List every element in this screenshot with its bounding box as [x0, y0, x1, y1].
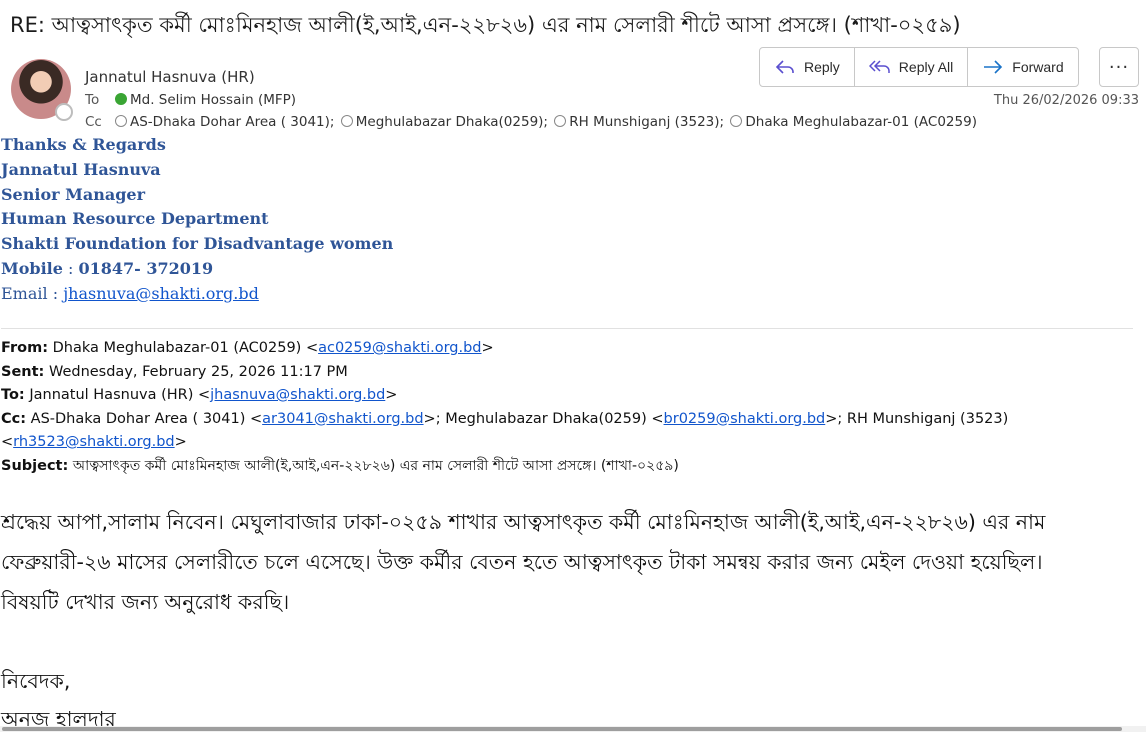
quoted-subject: Subject: আত্বসাৎকৃত কর্মী মোঃমিনহাজ আলী(… — [1, 455, 1141, 479]
quoted-cc1-email-link[interactable]: ar3041@shakti.org.bd — [262, 411, 423, 427]
offline-status-icon — [730, 115, 743, 127]
signer-name: অনজ হালদার — [1, 707, 116, 731]
quoted-sent-date: Wednesday, February 25, 2026 11:17 PM — [48, 363, 348, 380]
quoted-cc2-email-link[interactable]: br0259@shakti.org.bd — [664, 411, 826, 427]
quoted-to-label: To: — [1, 387, 25, 403]
signature-department: Human Resource Department — [1, 209, 269, 229]
quoted-subject-label: Subject: — [1, 457, 69, 474]
horizontal-scrollbar[interactable] — [0, 726, 1146, 732]
to-recipient[interactable]: Md. Selim Hossain (MFP) — [130, 92, 296, 108]
more-actions-button[interactable]: ··· — [1099, 47, 1139, 87]
mobile-number: 01847- 372019 — [78, 258, 214, 278]
signature-mobile: Mobile : 01847- 372019 — [1, 258, 214, 278]
closing-text: নিবেদক, — [1, 669, 71, 693]
reply-all-label: Reply All — [898, 59, 954, 75]
signature-email: Email : jhasnuva@shakti.org.bd — [1, 283, 259, 303]
signature-email-link[interactable]: jhasnuva@shakti.org.bd — [63, 284, 259, 303]
offline-status-icon — [115, 115, 127, 127]
body-line: শ্রদ্ধেয় আপা,সালাম নিবেন। মেঘুলাবাজার ঢ… — [1, 510, 1046, 534]
quoted-sent: Sent: Wednesday, February 25, 2026 11:17… — [1, 361, 1141, 385]
reply-button[interactable]: Reply — [760, 48, 855, 86]
quoted-from-name: Dhaka Meghulabazar-01 (AC0259) < — [52, 340, 319, 356]
online-status-icon — [115, 93, 127, 105]
cc-recipient[interactable]: RH Munshiganj (3523); — [569, 114, 724, 130]
to-label: To — [85, 92, 100, 108]
quoted-cc2-name: >; Meghulabazar Dhaka(0259) < — [423, 410, 664, 427]
cc-recipient[interactable]: Meghulabazar Dhaka(0259); — [356, 114, 548, 130]
reply-label: Reply — [804, 59, 840, 75]
mobile-label: Mobile — [1, 258, 63, 278]
body-line: ফেব্রুয়ারী-২৬ মাসের সেলারীতে চলে এসেছে।… — [1, 550, 1043, 574]
quoted-to: To: Jannatul Hasnuva (HR) <jhasnuva@shak… — [1, 387, 398, 403]
quoted-cc3-email-link[interactable]: rh3523@shakti.org.bd — [13, 434, 174, 450]
quote-divider — [1, 328, 1133, 329]
cc-row: Cc AS-Dhaka Dohar Area ( 3041); Meghulaba… — [85, 114, 977, 130]
quoted-cc-label: Cc: — [1, 410, 27, 427]
to-row: To Md. Selim Hossain (MFP) — [85, 92, 296, 108]
quoted-to-email-link[interactable]: jhasnuva@shakti.org.bd — [210, 387, 385, 403]
quoted-sent-label: Sent: — [1, 363, 45, 380]
body-line: বিষয়টি দেখার জন্য অনুরোধ করছি। — [1, 590, 290, 614]
forward-button[interactable]: Forward — [968, 48, 1077, 86]
quoted-from-label: From: — [1, 340, 48, 356]
quoted-from: From: Dhaka Meghulabazar-01 (AC0259) <ac… — [1, 340, 494, 356]
quoted-cc3-name: >; RH Munshiganj (3523) — [825, 410, 1009, 427]
forward-label: Forward — [1012, 59, 1064, 75]
sender-avatar[interactable] — [11, 59, 73, 121]
signature-name: Jannatul Hasnuva — [1, 159, 161, 179]
offline-status-icon — [340, 115, 353, 127]
sender-name[interactable]: Jannatul Hasnuva (HR) — [85, 68, 255, 86]
quoted-from-email-link[interactable]: ac0259@shakti.org.bd — [318, 340, 481, 356]
quoted-subject-text: আত্বসাৎকৃত কর্মী মোঃমিনহাজ আলী(ই,আই,এন-২… — [72, 457, 679, 474]
cc-label: Cc — [85, 114, 102, 130]
reply-all-icon — [868, 60, 890, 73]
signature-greeting: Thanks & Regards — [1, 135, 166, 154]
presence-status-icon — [55, 103, 73, 121]
offline-status-icon — [554, 115, 567, 127]
quoted-header: From: Dhaka Meghulabazar-01 (AC0259) <ac… — [1, 337, 1141, 478]
message-actions: Reply Reply All Forward — [759, 47, 1079, 87]
quoted-cc1-name: AS-Dhaka Dohar Area ( 3041) < — [30, 410, 263, 427]
reply-icon — [775, 60, 794, 74]
quoted-to-name: Jannatul Hasnuva (HR) < — [29, 387, 211, 403]
cc-recipient[interactable]: AS-Dhaka Dohar Area ( 3041); — [130, 114, 334, 130]
signature-organization: Shakti Foundation for Disadvantage women — [1, 234, 394, 254]
scrollbar-thumb[interactable] — [2, 727, 1122, 731]
email-label: Email — [1, 283, 48, 303]
message-subject: RE: আত্বসাৎকৃত কর্মী মোঃমিনহাজ আলী(ই,আই,… — [10, 13, 961, 37]
signature-title: Senior Manager — [1, 184, 145, 204]
message-date: Thu 26/02/2026 09:33 — [993, 93, 1139, 108]
forward-arrow-icon — [984, 60, 1003, 74]
quoted-cc: Cc: AS-Dhaka Dohar Area ( 3041) <ar3041@… — [1, 410, 1009, 451]
reply-all-button[interactable]: Reply All — [855, 48, 969, 86]
message-body: শ্রদ্ধেয় আপা,সালাম নিবেন। মেঘুলাবাজার ঢ… — [1, 502, 1141, 622]
cc-recipient[interactable]: Dhaka Meghulabazar-01 (AC0259) — [745, 114, 977, 130]
email-signature: Thanks & Regards Jannatul Hasnuva Senior… — [1, 133, 393, 307]
